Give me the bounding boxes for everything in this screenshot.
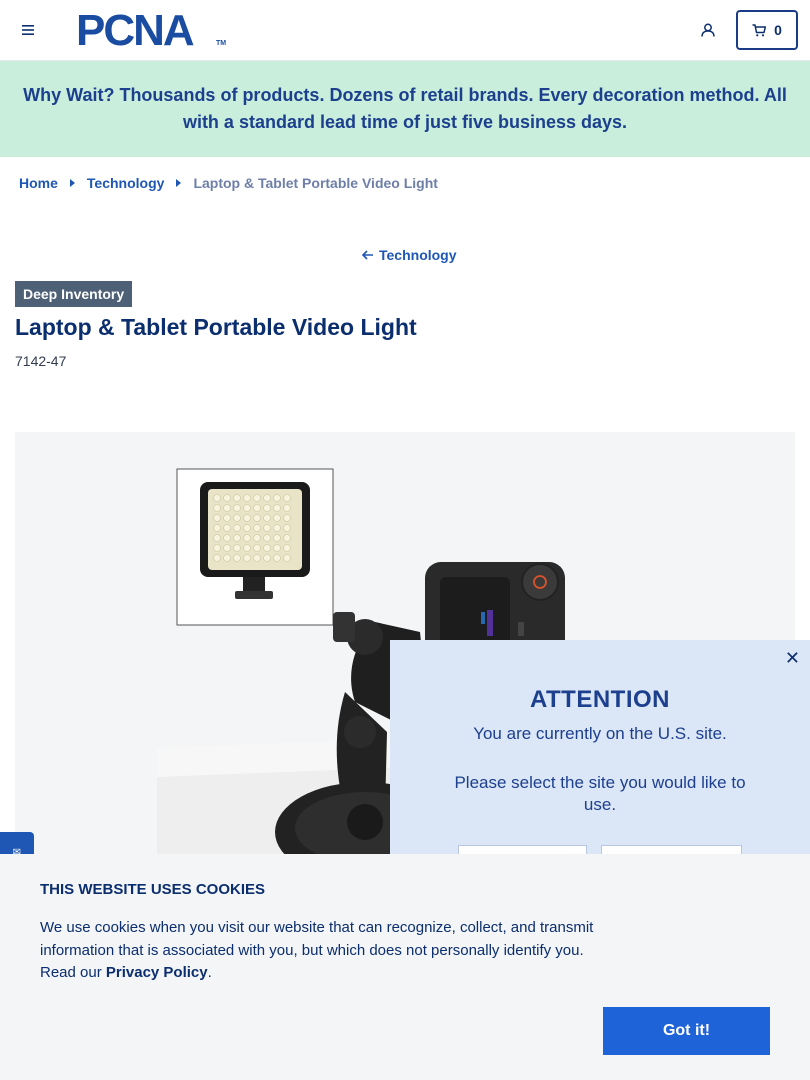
breadcrumb-home[interactable]: Home xyxy=(19,175,58,191)
cookie-period: . xyxy=(207,964,212,981)
breadcrumb-current: Laptop & Tablet Portable Video Light xyxy=(193,175,438,191)
breadcrumb: Home Technology Laptop & Tablet Portable… xyxy=(19,175,438,191)
deep-inventory-badge: Deep Inventory xyxy=(15,281,133,307)
site-header: PCNA TM 0 xyxy=(0,0,810,61)
back-link-label: Technology xyxy=(379,247,457,263)
cookie-text: We use cookies when you visit our websit… xyxy=(40,917,610,985)
account-button[interactable] xyxy=(697,19,719,41)
logo-trademark: TM xyxy=(216,40,227,47)
back-to-category-link[interactable]: Technology xyxy=(362,247,457,263)
cart-count: 0 xyxy=(774,22,782,38)
product-sku: 7142-47 xyxy=(15,353,67,369)
cookie-title: THIS WEBSITE USES COOKIES xyxy=(40,881,266,898)
hamburger-menu-icon xyxy=(22,25,34,35)
cart-icon xyxy=(752,23,767,36)
modal-message: You are currently on the U.S. site. xyxy=(473,724,727,743)
promo-text: Why Wait? Thousands of products. Dozens … xyxy=(23,85,787,132)
menu-button[interactable] xyxy=(18,20,38,40)
cart-button[interactable]: 0 xyxy=(736,10,798,50)
caret-right-icon xyxy=(69,179,75,187)
close-icon[interactable]: ✕ xyxy=(785,648,800,669)
product-title: Laptop & Tablet Portable Video Light xyxy=(15,314,417,340)
promo-banner: Why Wait? Thousands of products. Dozens … xyxy=(0,61,810,157)
privacy-policy-link[interactable]: Privacy Policy xyxy=(106,964,208,981)
pcna-logo[interactable]: PCNA TM xyxy=(76,9,227,53)
modal-title: ATTENTION xyxy=(529,686,671,713)
accept-cookies-button[interactable]: Got it! xyxy=(603,1007,770,1055)
modal-prompt: Please select the site you would like to… xyxy=(454,773,746,814)
logo-text: PCNA xyxy=(76,6,195,55)
caret-right-icon xyxy=(176,179,182,187)
user-icon xyxy=(701,23,715,37)
cookie-banner: THIS WEBSITE USES COOKIES We use cookies… xyxy=(0,854,810,1080)
breadcrumb-technology[interactable]: Technology xyxy=(87,175,165,191)
region-select-modal: ✕ ATTENTION You are currently on the U.S… xyxy=(390,640,810,885)
arrow-left-icon xyxy=(362,250,373,260)
